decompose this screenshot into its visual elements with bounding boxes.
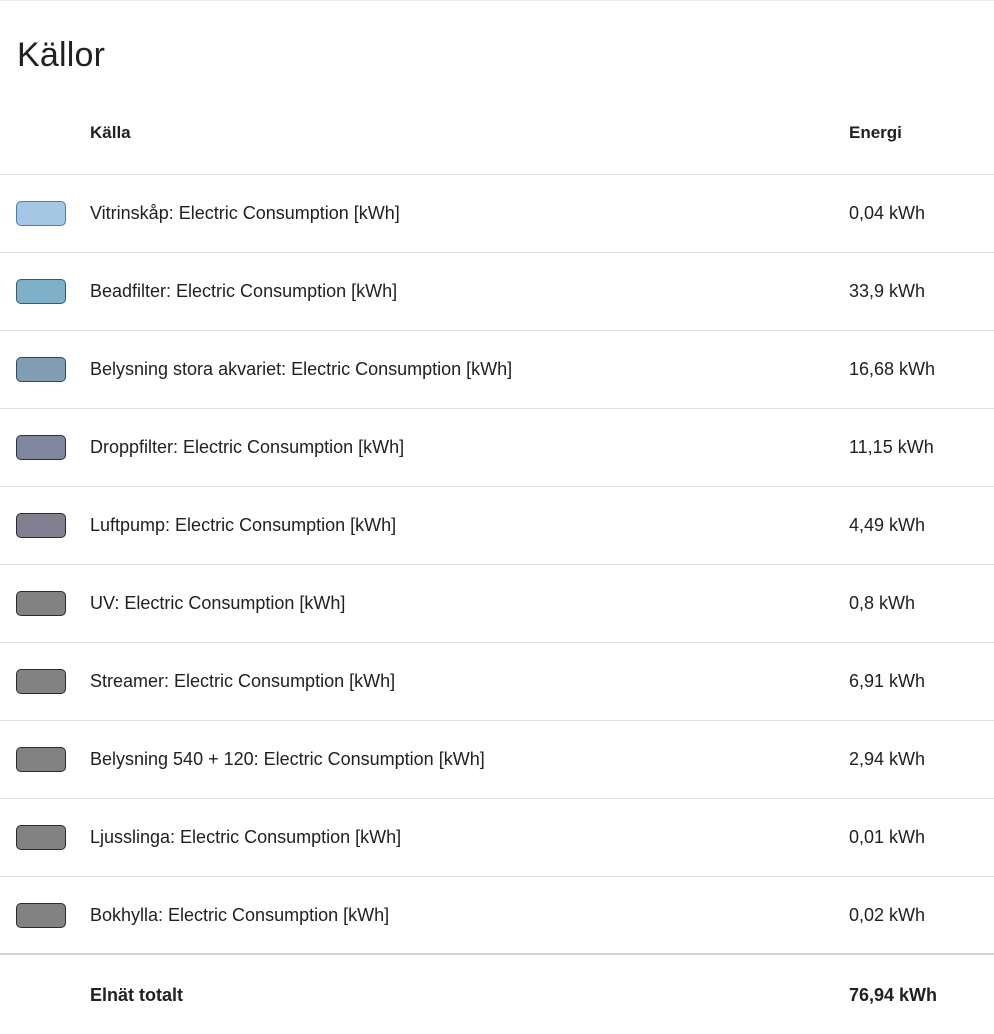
source-color-swatch	[16, 435, 66, 460]
table-row: Vitrinskåp: Electric Consumption [kWh] 0…	[0, 175, 994, 253]
table-row: Luftpump: Electric Consumption [kWh] 4,4…	[0, 487, 994, 565]
card-title: Källor	[17, 36, 106, 74]
energy-value: 0,01 kWh	[849, 827, 926, 847]
energy-column-header: Energi	[849, 123, 902, 142]
grid-total-label: Elnät totalt	[90, 985, 183, 1005]
source-color-swatch	[16, 513, 66, 538]
table-body: Vitrinskåp: Electric Consumption [kWh] 0…	[0, 175, 994, 955]
table-row: Streamer: Electric Consumption [kWh] 6,9…	[0, 643, 994, 721]
table-header-row: Källa Energi	[0, 94, 994, 175]
source-name: Belysning stora akvariet: Electric Consu…	[90, 359, 513, 379]
source-color-swatch	[16, 201, 66, 226]
source-name: Droppfilter: Electric Consumption [kWh]	[90, 437, 405, 457]
source-name: UV: Electric Consumption [kWh]	[90, 593, 346, 613]
energy-value: 2,94 kWh	[849, 749, 926, 769]
energy-value: 4,49 kWh	[849, 515, 926, 535]
source-name: Ljusslinga: Electric Consumption [kWh]	[90, 827, 402, 847]
source-color-swatch	[16, 591, 66, 616]
table-row: Ljusslinga: Electric Consumption [kWh] 0…	[0, 799, 994, 877]
source-color-swatch	[16, 825, 66, 850]
source-color-swatch	[16, 357, 66, 382]
energy-value: 0,04 kWh	[849, 203, 926, 223]
table-row: Belysning 540 + 120: Electric Consumptio…	[0, 721, 994, 799]
source-column-header: Källa	[90, 123, 131, 142]
source-color-swatch	[16, 669, 66, 694]
energy-value: 33,9 kWh	[849, 281, 926, 301]
energy-value: 16,68 kWh	[849, 359, 936, 379]
source-name: Luftpump: Electric Consumption [kWh]	[90, 515, 397, 535]
source-color-swatch	[16, 747, 66, 772]
energy-sources-table: Källa Energi Vitrinskåp: Electric Consum…	[0, 94, 994, 1034]
source-color-swatch	[16, 279, 66, 304]
source-name: Bokhylla: Electric Consumption [kWh]	[90, 905, 390, 925]
table-row: Belysning stora akvariet: Electric Consu…	[0, 331, 994, 409]
table-row: UV: Electric Consumption [kWh] 0,8 kWh	[0, 565, 994, 643]
table-row: Droppfilter: Electric Consumption [kWh] …	[0, 409, 994, 487]
energy-value: 0,8 kWh	[849, 593, 916, 613]
source-name: Belysning 540 + 120: Electric Consumptio…	[90, 749, 485, 769]
source-color-swatch	[16, 903, 66, 928]
energy-sources-card: Källor Källa Energi Vitrinskåp: Electric…	[0, 0, 994, 1024]
table-row: Bokhylla: Electric Consumption [kWh] 0,0…	[0, 877, 994, 955]
table-footer-row: Elnät totalt 76,94 kWh	[0, 955, 994, 1034]
energy-value: 0,02 kWh	[849, 905, 926, 925]
energy-value: 6,91 kWh	[849, 671, 926, 691]
source-name: Streamer: Electric Consumption [kWh]	[90, 671, 396, 691]
grid-total-value: 76,94 kWh	[849, 985, 938, 1005]
table-row: Beadfilter: Electric Consumption [kWh] 3…	[0, 253, 994, 331]
energy-value: 11,15 kWh	[849, 437, 934, 457]
source-name: Vitrinskåp: Electric Consumption [kWh]	[90, 203, 400, 223]
source-name: Beadfilter: Electric Consumption [kWh]	[90, 281, 398, 301]
